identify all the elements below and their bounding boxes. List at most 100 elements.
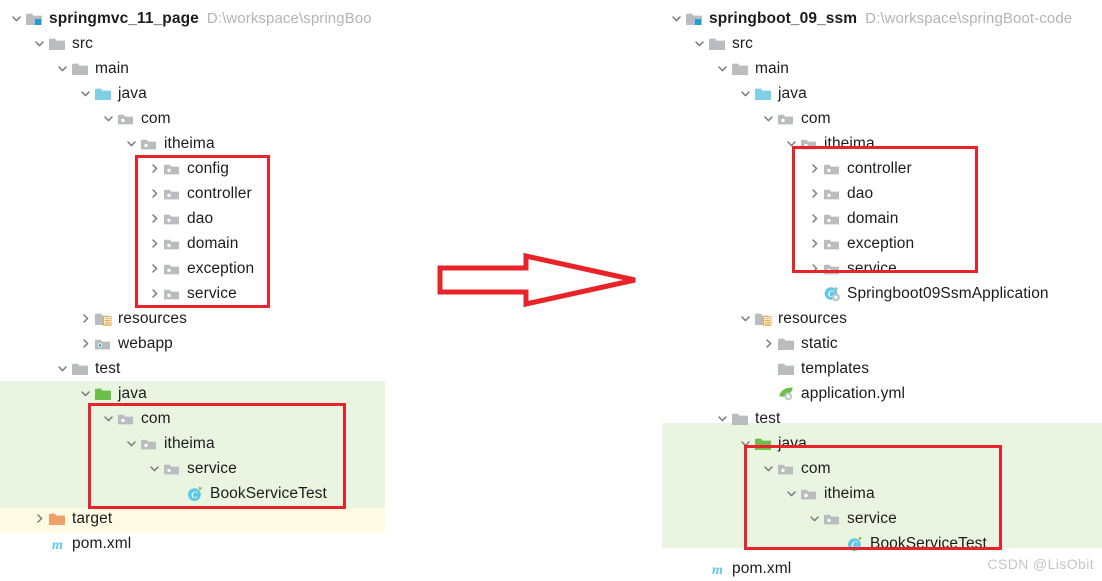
chevron-down-icon[interactable] [760, 106, 776, 131]
chevron-right-icon[interactable] [146, 281, 162, 306]
chevron-down-icon[interactable] [77, 381, 93, 406]
tree-row[interactable]: domain [660, 206, 1102, 231]
tree-row[interactable]: dao [0, 206, 430, 231]
tree-row[interactable]: itheima [660, 481, 1102, 506]
chevron-down-icon[interactable] [100, 106, 116, 131]
tree-row[interactable]: java [0, 381, 430, 406]
chevron-right-icon[interactable] [760, 331, 776, 356]
chevron-right-icon[interactable] [146, 256, 162, 281]
tree-row[interactable]: C Springboot09SsmApplication [660, 281, 1102, 306]
chevron-right-icon[interactable] [77, 331, 93, 356]
tree-row[interactable]: test [660, 406, 1102, 431]
tree-row[interactable]: C BookServiceTest [660, 531, 1102, 556]
package-icon [822, 206, 842, 231]
chevron-down-icon[interactable] [77, 81, 93, 106]
package-icon [822, 156, 842, 181]
tree-row[interactable]: java [660, 81, 1102, 106]
tree-row-label: main [755, 59, 789, 77]
tree-row[interactable]: service [0, 456, 430, 481]
tree-row-label: test [95, 359, 121, 377]
chevron-right-icon[interactable] [806, 231, 822, 256]
tree-row[interactable]: m pom.xml [0, 531, 430, 556]
folder-source-cyan-icon [93, 81, 113, 106]
tree-row[interactable]: exception [660, 231, 1102, 256]
tree-row[interactable]: dao [660, 181, 1102, 206]
tree-row-label: springboot_09_ssm [709, 9, 858, 27]
chevron-right-icon[interactable] [31, 506, 47, 531]
tree-row[interactable]: webapp [0, 331, 430, 356]
tree-row[interactable]: resources [0, 306, 430, 331]
chevron-down-icon[interactable] [783, 131, 799, 156]
tree-row[interactable]: controller [0, 181, 430, 206]
tree-row[interactable]: C BookServiceTest [0, 481, 430, 506]
tree-row[interactable]: java [660, 431, 1102, 456]
tree-row-label: itheima [824, 484, 875, 502]
tree-row[interactable]: static [660, 331, 1102, 356]
tree-row-label: com [141, 409, 171, 427]
chevron-down-icon[interactable] [668, 6, 684, 31]
right-file-tree[interactable]: springboot_09_ssm D:\workspace\springBoot… [660, 0, 1102, 581]
tree-row[interactable]: templates [660, 356, 1102, 381]
chevron-right-icon[interactable] [806, 181, 822, 206]
tree-row[interactable]: domain [0, 231, 430, 256]
chevron-down-icon[interactable] [806, 506, 822, 531]
chevron-down-icon[interactable] [31, 31, 47, 56]
chevron-down-icon[interactable] [54, 356, 70, 381]
tree-row[interactable]: exception [0, 256, 430, 281]
tree-row-label: resources [118, 309, 187, 327]
tree-row[interactable]: config [0, 156, 430, 181]
tree-row[interactable]: springboot_09_ssm D:\workspace\springBoot… [660, 6, 1102, 31]
chevron-right-icon[interactable] [806, 256, 822, 281]
tree-row[interactable]: com [660, 106, 1102, 131]
chevron-down-icon[interactable] [123, 131, 139, 156]
chevron-down-icon[interactable] [100, 406, 116, 431]
chevron-down-icon[interactable] [54, 56, 70, 81]
tree-row[interactable]: itheima [660, 131, 1102, 156]
tree-row[interactable]: service [0, 281, 430, 306]
module-folder-icon [684, 6, 704, 31]
tree-row[interactable]: controller [660, 156, 1102, 181]
tree-row[interactable]: springmvc_11_page D:\workspace\springBoo [0, 6, 430, 31]
chevron-down-icon[interactable] [737, 81, 753, 106]
chevron-right-icon[interactable] [77, 306, 93, 331]
tree-row[interactable]: test [0, 356, 430, 381]
chevron-down-icon[interactable] [691, 31, 707, 56]
chevron-right-icon[interactable] [146, 206, 162, 231]
chevron-down-icon[interactable] [146, 456, 162, 481]
tree-row[interactable]: application.yml [660, 381, 1102, 406]
chevron-right-icon[interactable] [146, 181, 162, 206]
tree-row[interactable]: service [660, 256, 1102, 281]
tree-row[interactable]: com [0, 406, 430, 431]
tree-row[interactable]: com [0, 106, 430, 131]
chevron-down-icon[interactable] [714, 56, 730, 81]
chevron-right-icon[interactable] [806, 156, 822, 181]
chevron-placeholder [760, 356, 776, 381]
tree-row-label: controller [847, 159, 912, 177]
tree-row[interactable]: src [660, 31, 1102, 56]
tree-row[interactable]: target [0, 506, 430, 531]
tree-row[interactable]: service [660, 506, 1102, 531]
tree-row-label: Springboot09SsmApplication [847, 284, 1049, 302]
tree-row[interactable]: com [660, 456, 1102, 481]
left-file-tree[interactable]: springmvc_11_page D:\workspace\springBoo s… [0, 0, 430, 556]
chevron-right-icon[interactable] [146, 156, 162, 181]
tree-row[interactable]: resources [660, 306, 1102, 331]
chevron-down-icon[interactable] [737, 431, 753, 456]
tree-row[interactable]: itheima [0, 431, 430, 456]
tree-row[interactable]: main [0, 56, 430, 81]
chevron-down-icon[interactable] [737, 306, 753, 331]
tree-row-label: com [141, 109, 171, 127]
chevron-down-icon[interactable] [8, 6, 24, 31]
chevron-down-icon[interactable] [783, 481, 799, 506]
chevron-right-icon[interactable] [806, 206, 822, 231]
chevron-down-icon[interactable] [760, 456, 776, 481]
tree-row[interactable]: main [660, 56, 1102, 81]
tree-row[interactable]: itheima [0, 131, 430, 156]
chevron-down-icon[interactable] [123, 431, 139, 456]
chevron-down-icon[interactable] [714, 406, 730, 431]
chevron-placeholder [829, 531, 845, 556]
spring-boot-class-icon: C [822, 281, 842, 306]
chevron-right-icon[interactable] [146, 231, 162, 256]
tree-row[interactable]: src [0, 31, 430, 56]
tree-row[interactable]: java [0, 81, 430, 106]
